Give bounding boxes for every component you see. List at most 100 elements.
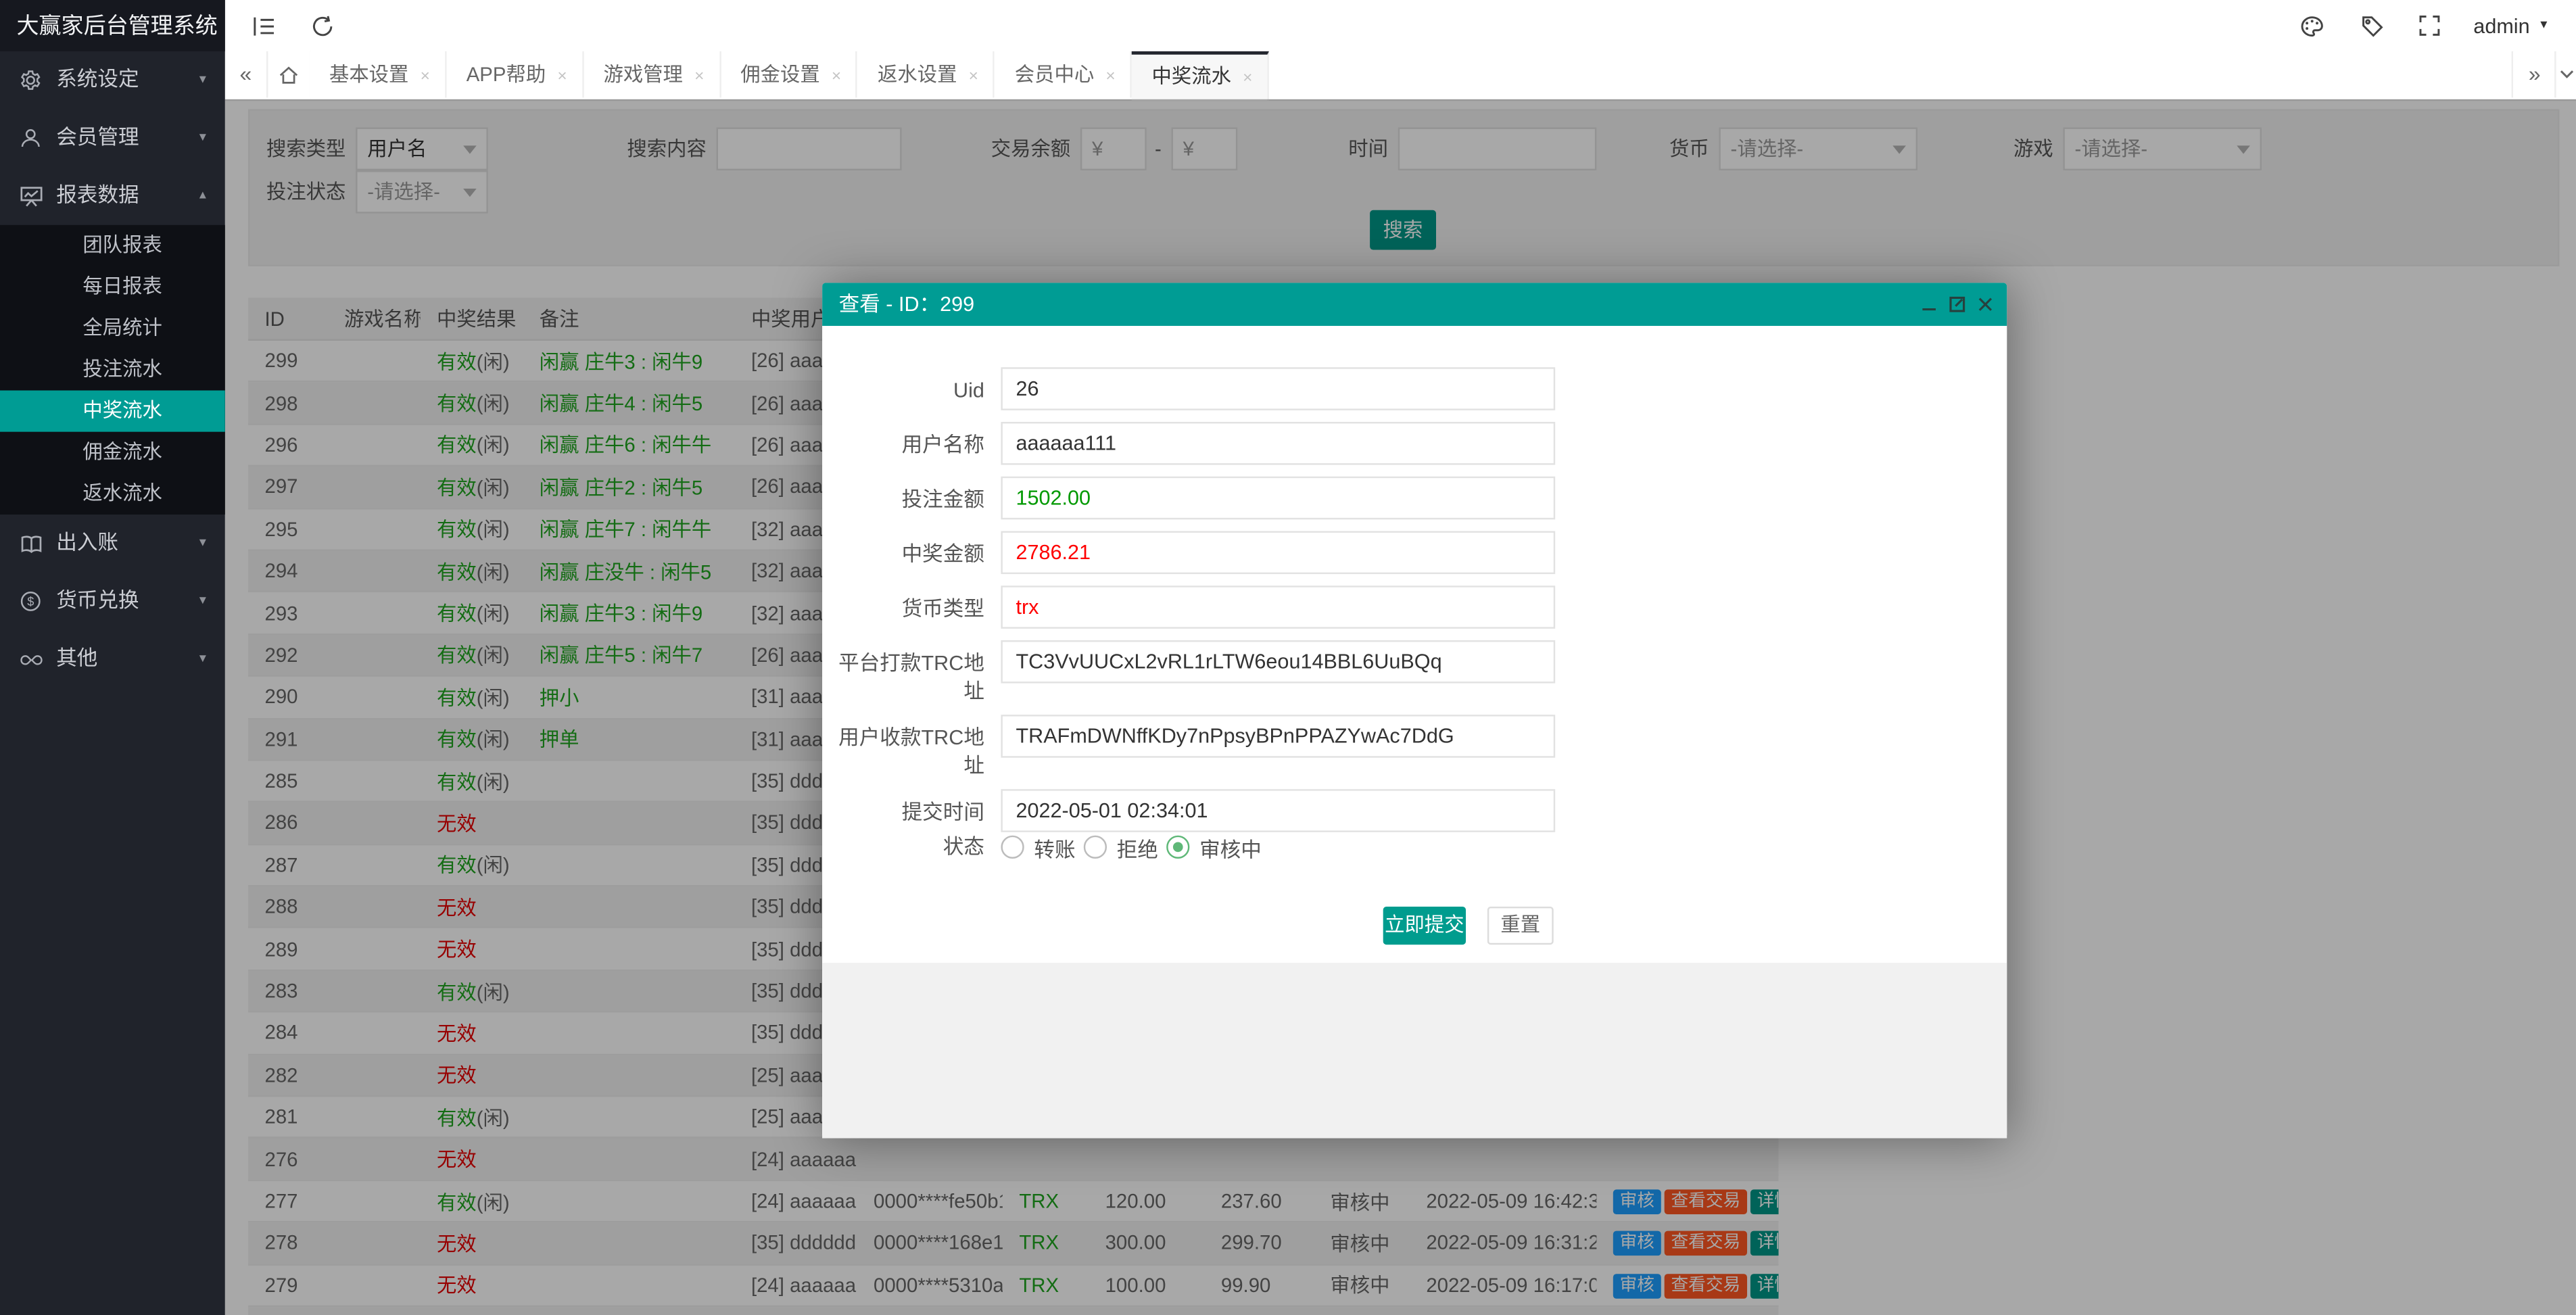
infinity-icon [20, 630, 46, 688]
radio-label: 拒绝 [1116, 838, 1158, 861]
field-label: Uid [953, 379, 984, 402]
tab-close-icon[interactable]: × [969, 68, 978, 86]
tab-close-icon[interactable]: × [1243, 70, 1252, 88]
home-tab[interactable] [266, 51, 312, 98]
sidebar-item-label: 出入账 [56, 531, 118, 554]
sidebar-subitem-返水流水[interactable]: 返水流水 [0, 473, 225, 515]
field-input-Uid[interactable]: 26 [1001, 367, 1556, 410]
tab-APP帮助[interactable]: APP帮助 × [446, 51, 584, 98]
minimize-icon[interactable] [1921, 296, 1937, 312]
status-radio-审核中[interactable]: 审核中 [1166, 829, 1262, 865]
sidebar-item-label: 会员管理 [56, 125, 139, 149]
tab-label: 会员中心 [1014, 62, 1095, 87]
sidebar-subitem-每日报表[interactable]: 每日报表 [0, 266, 225, 308]
field-input-中奖金额[interactable]: 2786.21 [1001, 531, 1556, 575]
sidebar-subitem-团队报表[interactable]: 团队报表 [0, 225, 225, 266]
status-radio-转账[interactable]: 转账 [1001, 829, 1076, 865]
username: admin [2473, 14, 2530, 38]
modal-window-controls [1921, 283, 1994, 326]
modal-footer-strip [822, 963, 2007, 1139]
modal-header[interactable]: 查看 - ID：299 [822, 283, 2007, 327]
tab-close-icon[interactable]: × [557, 68, 567, 86]
radio-label: 转账 [1034, 838, 1076, 861]
field-input-平台打款TRC地址[interactable]: TC3VvUUCxL2vRL1rLTW6eou14BBL6UuBQq [1001, 640, 1556, 684]
tab-label: 返水设置 [877, 62, 957, 87]
palette-icon[interactable] [2299, 0, 2324, 51]
submenu-报表数据: 团队报表 每日报表 全局统计 投注流水 中奖流水 佣金流水 返水流水 [0, 224, 225, 515]
sidebar-item-会员管理[interactable]: 会员管理 ▼ [0, 110, 225, 168]
sidebar-item-出入账[interactable]: 出入账 ▼ [0, 515, 225, 573]
tab-label: 基本设置 [329, 62, 409, 87]
reset-button[interactable]: 重置 [1487, 906, 1554, 945]
tab-基本设置[interactable]: 基本设置 × [309, 51, 447, 98]
tab-游戏管理[interactable]: 游戏管理 × [583, 51, 721, 98]
tab-close-icon[interactable]: × [1105, 68, 1115, 86]
chart-board-icon [20, 167, 46, 225]
sidebar-subitem-全局统计[interactable]: 全局统计 [0, 308, 225, 349]
chevron-up-icon: ▲ [197, 190, 209, 202]
book-icon [20, 515, 46, 573]
view-record-modal: 查看 - ID：299 Uid 26 用户名称 aaaaaa111 投注金额 1502.0… [822, 283, 2007, 1139]
tab-close-icon[interactable]: × [421, 68, 430, 86]
gear-icon [20, 51, 46, 110]
tab-返水设置[interactable]: 返水设置 × [857, 51, 995, 98]
menu-toggle-icon[interactable] [252, 0, 277, 51]
sidebar-item-系统设定[interactable]: 系统设定 ▼ [0, 51, 225, 110]
field-input-用户名称[interactable]: aaaaaa111 [1001, 421, 1556, 465]
sidebar: 大赢家后台管理系统 系统设定 ▼ 会员管理 ▼ 报表数据 ▲ 团队报表 每日报表 全局统计 投注流… [0, 0, 225, 1315]
chevron-down-icon: ▼ [197, 653, 209, 665]
tab-label: 佣金设置 [740, 62, 820, 87]
radio-label: 审核中 [1199, 838, 1262, 861]
tab-close-icon[interactable]: × [832, 68, 841, 86]
app-title: 大赢家后台管理系统 [0, 0, 225, 51]
field-label: 用户名称 [901, 433, 984, 457]
tabs-scroll-left-icon[interactable]: « [225, 51, 268, 98]
svg-text:$: $ [27, 595, 34, 608]
sidebar-item-报表数据[interactable]: 报表数据 ▲ [0, 167, 225, 225]
tab-佣金设置[interactable]: 佣金设置 × [720, 51, 858, 98]
tab-会员中心[interactable]: 会员中心 × [995, 51, 1132, 98]
field-input-提交时间[interactable]: 2022-05-01 02:34:01 [1001, 789, 1556, 832]
radio-icon[interactable] [1001, 835, 1024, 859]
field-label: 平台打款TRC地址 [838, 652, 984, 703]
radio-checked-icon[interactable] [1166, 835, 1190, 859]
app-window: 大赢家后台管理系统 系统设定 ▼ 会员管理 ▼ 报表数据 ▲ 团队报表 每日报表 全局统计 投注流… [0, 0, 2576, 1315]
status-radio-row: 状态 转账 拒绝 审核中 [822, 829, 2007, 865]
sidebar-item-其他[interactable]: 其他 ▼ [0, 630, 225, 688]
sidebar-subitem-中奖流水[interactable]: 中奖流水 [0, 390, 225, 432]
sidebar-item-label: 报表数据 [56, 183, 139, 207]
sidebar-subitem-投注流水[interactable]: 投注流水 [0, 349, 225, 390]
field-label: 用户收款TRC地址 [838, 726, 984, 778]
tabs-dropdown-icon[interactable] [2554, 51, 2576, 98]
tabs-scroll-right-icon[interactable]: » [2511, 51, 2556, 98]
sidebar-item-label: 其他 [56, 646, 98, 671]
fullscreen-icon[interactable] [2419, 0, 2441, 51]
chevron-down-icon: ▼ [197, 595, 209, 608]
submit-button[interactable]: 立即提交 [1383, 906, 1466, 945]
maximize-icon[interactable] [1949, 296, 1965, 312]
close-icon[interactable] [1977, 296, 1993, 312]
field-input-货币类型[interactable]: trx [1001, 585, 1556, 629]
field-input-投注金额[interactable]: 1502.00 [1001, 476, 1556, 520]
refresh-icon[interactable] [311, 0, 334, 51]
field-label: 中奖金额 [901, 542, 984, 566]
sidebar-subitem-佣金流水[interactable]: 佣金流水 [0, 432, 225, 473]
radio-icon[interactable] [1083, 835, 1107, 859]
field-label: 投注金额 [901, 487, 984, 512]
tabbar: « 基本设置 × APP帮助 × 游戏管理 × 佣金设置 × 返水设置 × 会员中心 × 中奖流水 × » [224, 51, 2576, 101]
sidebar-item-货币兑换[interactable]: $ 货币兑换 ▼ [0, 573, 225, 631]
chevron-down-icon: ▼ [197, 74, 209, 87]
tab-中奖流水[interactable]: 中奖流水 × [1132, 51, 1269, 101]
status-radio-拒绝[interactable]: 拒绝 [1083, 829, 1158, 865]
tab-label: 中奖流水 [1151, 64, 1231, 88]
topbar: admin ▼ [224, 0, 2576, 51]
tabs-strip: 基本设置 × APP帮助 × 游戏管理 × 佣金设置 × 返水设置 × 会员中心 × 中奖流水 × [309, 51, 1269, 101]
tab-close-icon[interactable]: × [694, 68, 704, 86]
user-menu[interactable]: admin ▼ [2473, 0, 2550, 51]
tag-icon[interactable] [2361, 0, 2384, 51]
modal-body: Uid 26 用户名称 aaaaaa111 投注金额 1502.00 中奖金额 2786.21… [822, 326, 2007, 1139]
user-icon [20, 110, 46, 168]
field-label: 提交时间 [901, 800, 984, 824]
field-input-用户收款TRC地址[interactable]: TRAFmDWNffKDy7nPpsyBPnPPAZYwAc7DdG [1001, 715, 1556, 758]
sidebar-item-label: 系统设定 [56, 68, 139, 91]
